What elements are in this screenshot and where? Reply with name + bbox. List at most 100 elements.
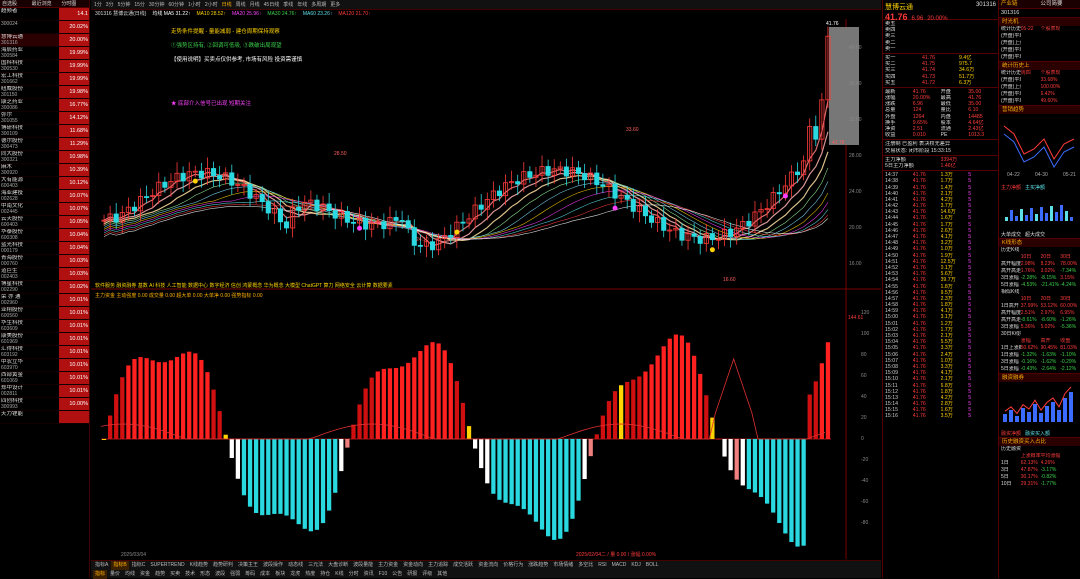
indicator-tab[interactable]: 价格行为 <box>501 561 525 570</box>
period-button[interactable]: 60分钟 <box>168 0 184 9</box>
stock-row[interactable]: 国科科技30053019.99% <box>0 60 89 73</box>
period-button[interactable]: 30分钟 <box>149 0 165 9</box>
indicator-tab[interactable]: 决策主王 <box>236 561 260 570</box>
info-row: (开盘)平均振幅49.60% <box>999 98 1080 105</box>
stock-row[interactable]: 康美股份60196910.01% <box>0 333 89 346</box>
period-button[interactable]: 日线 <box>222 0 232 9</box>
indicator-tab[interactable]: 指标A <box>93 561 110 570</box>
legend-item: 主力净额 <box>1001 184 1021 191</box>
stock-row[interactable]: 博研科技30010911.68% <box>0 125 89 138</box>
period-button[interactable]: 年线 <box>297 0 307 9</box>
indicator-tab[interactable]: 三元法 <box>306 561 325 570</box>
info-section-title[interactable]: 营销趋势 <box>999 105 1080 114</box>
indicator-tab[interactable]: 波段操作 <box>261 561 285 570</box>
stock-row[interactable]: 海亚建投00262810.07% <box>0 190 89 203</box>
indicator-tab[interactable]: BOLL <box>644 561 661 570</box>
stock-row[interactable]: 中农立华60397010.01% <box>0 359 89 372</box>
info-cell <box>1001 338 1021 345</box>
indicator-tab[interactable]: 动态线 <box>286 561 305 570</box>
period-button[interactable]: 15分 <box>134 0 145 9</box>
stock-row[interactable]: 慧博云通30131620.00% <box>0 34 89 47</box>
stock-row[interactable]: 天力锂能 <box>0 411 89 424</box>
indicator-tab[interactable]: 主力资金 <box>376 561 400 570</box>
period-button[interactable]: 季线 <box>283 0 293 9</box>
info-section-title[interactable]: 融资融券 <box>999 373 1080 382</box>
stock-code: 002811 <box>1 391 59 397</box>
stock-row[interactable]: 汇得科技60319210.01% <box>0 346 89 359</box>
indicator-tab[interactable]: 波段量能 <box>351 561 375 570</box>
indicator-tab[interactable]: 资金动向 <box>401 561 425 570</box>
stock-row[interactable]: 蓝光科技00017910.04% <box>0 242 89 255</box>
indicator-tab[interactable]: 大盘诊断 <box>326 561 350 570</box>
stock-row[interactable]: 麻木30092010.39% <box>0 164 89 177</box>
stock-row[interactable]: 德尔股份30047311.29% <box>0 138 89 151</box>
period-button[interactable]: 1分 <box>94 0 102 9</box>
indicator-tab[interactable]: 市场情绪 <box>551 561 575 570</box>
histogram-bar <box>662 346 666 439</box>
indicator-tab[interactable]: 成交活跃 <box>451 561 475 570</box>
stock-row[interactable]: 康芝药业30008616.77% <box>0 99 89 112</box>
stock-row[interactable]: 博星科技00229010.02% <box>0 281 89 294</box>
stock-row[interactable]: 云天股份60040310.05% <box>0 216 89 229</box>
stock-row[interactable]: 30002420.02% <box>0 21 89 34</box>
stock-name-cell: 博星科技002290 <box>0 281 59 293</box>
info-cell: 30.17% <box>1021 474 1041 481</box>
period-button[interactable]: 周线 <box>236 0 246 9</box>
indicator-tab[interactable]: 多空比 <box>576 561 595 570</box>
stock-row[interactable]: 西部黄金60106910.01% <box>0 372 89 385</box>
stock-row[interactable]: 亚翔股份60056010.01% <box>0 307 89 320</box>
histogram-bar <box>528 439 532 514</box>
indicator-tab[interactable]: MACD <box>610 561 629 570</box>
info-section-title[interactable]: 历史融资买入占比 <box>999 437 1080 446</box>
period-button[interactable]: 月线 <box>250 0 260 9</box>
indicator-tab[interactable]: 趋势研判 <box>211 561 235 570</box>
stock-row[interactable]: 超频者14.1 <box>0 8 89 21</box>
period-button[interactable]: 3分 <box>106 0 114 9</box>
info-section-title[interactable]: 时光机 <box>999 17 1080 26</box>
tab-recent[interactable]: 最近浏览 <box>30 0 60 7</box>
period-button[interactable]: 45日线 <box>264 0 280 9</box>
stock-row[interactable]: 青海股份00076010.03% <box>0 255 89 268</box>
period-button[interactable]: 1小时 <box>188 0 201 9</box>
stock-row[interactable]: 大有能源60040310.12% <box>0 177 89 190</box>
stock-row[interactable]: 华泰股份60030810.04% <box>0 229 89 242</box>
indicator-tab[interactable]: 指标C <box>130 561 148 570</box>
period-button[interactable]: 多周期 <box>311 0 326 9</box>
tab-industry-chain[interactable]: 产业链 <box>999 0 1041 8</box>
indicator-tab[interactable]: K线趋势 <box>188 561 210 570</box>
tab-watchlist[interactable]: 自选股 <box>0 0 30 7</box>
indicator-tab[interactable]: KDJ <box>629 561 642 570</box>
stock-row[interactable]: 郑中设计00281110.01% <box>0 385 89 398</box>
kline-chart[interactable]: 走势条件提醒 - 量能减弱 - 建仓周期保持观察①强势区持有, ②回调可低吸, … <box>91 19 881 559</box>
stock-row[interactable]: 道巨生00240310.03% <box>0 268 89 281</box>
indicator-tab[interactable]: 涨跌趋势 <box>526 561 550 570</box>
info-cell <box>1041 247 1061 254</box>
stock-row[interactable]: 弥尔30105514.12% <box>0 112 89 125</box>
stock-pct: 10.01% <box>59 346 89 358</box>
tab-intraday[interactable]: 分时图 <box>59 0 89 7</box>
tab-company-brief[interactable]: 公司简要 <box>1041 0 1080 8</box>
indicator-tab[interactable]: SUPERTREND <box>148 561 186 570</box>
stock-row[interactable]: 纽威股份30115019.98% <box>0 86 89 99</box>
stock-row[interactable]: 华生科技60360910.01% <box>0 320 89 333</box>
stock-row[interactable]: 四创科技30099310.00% <box>0 398 89 411</box>
info-section-title[interactable]: 统计历史上 <box>999 61 1080 70</box>
histogram-bar <box>625 382 629 439</box>
chart-date: 04-30 <box>1035 172 1048 178</box>
stock-row[interactable]: 同大股份30032110.98% <box>0 151 89 164</box>
indicator-tab[interactable]: 资金流向 <box>476 561 500 570</box>
stock-row[interactable]: 中南文化00244510.07% <box>0 203 89 216</box>
period-button[interactable]: 更多 <box>330 0 340 9</box>
indicator-tab[interactable]: RSI <box>596 561 608 570</box>
period-button[interactable]: 5分钟 <box>118 0 131 9</box>
stock-name-cell: 中南文化002445 <box>0 203 59 215</box>
info-section-title[interactable]: K线形态 <box>999 238 1080 247</box>
stock-row[interactable]: 宏工科技30166219.99% <box>0 73 89 86</box>
indicator-tab[interactable]: 指标B <box>111 561 128 570</box>
tick-list[interactable]: 14:3741.761.3万514:3841.761.7万514:3941.76… <box>883 171 998 421</box>
stock-row[interactable]: 海辰药业30058419.99% <box>0 47 89 60</box>
period-button[interactable]: 2小时 <box>205 0 218 9</box>
indicator-tab[interactable]: 主力追踪 <box>426 561 450 570</box>
stock-row[interactable]: 荣 亦 通00296010.01% <box>0 294 89 307</box>
histogram-bar <box>443 350 447 439</box>
